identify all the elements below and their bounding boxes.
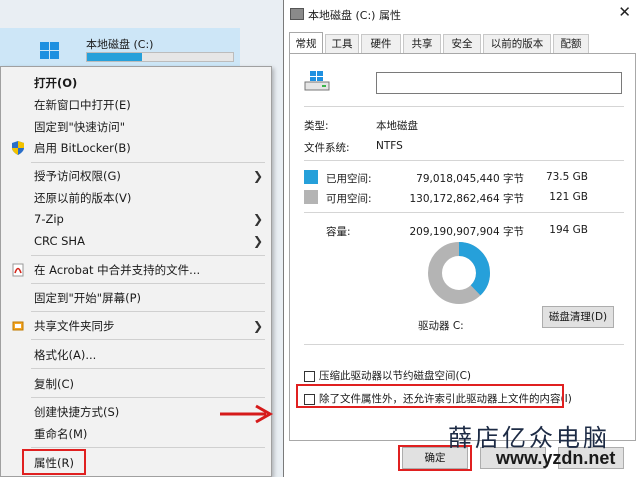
menu-item-label: 7-Zip [34,212,64,226]
properties-dialog: 本地磁盘 (C:) 属性 ✕ 常规 工具 硬件 共享 安全 以前的版本 配额 类… [283,0,640,477]
used-space-size: 73.5 GB [545,171,588,183]
tab-hardware[interactable]: 硬件 [361,34,401,54]
menu-item-label: 重命名(M) [34,427,88,441]
menu-item-label: 复制(C) [34,377,75,391]
tab-tools[interactable]: 工具 [325,34,359,54]
dialog-titlebar[interactable]: 本地磁盘 (C:) 属性 ✕ [284,0,640,28]
menu-separator [31,283,265,284]
dialog-title: 本地磁盘 (C:) 属性 [308,9,401,22]
watermark-url: www.yzdn.net [496,448,616,468]
menu-item-label: 固定到"开始"屏幕(P) [34,291,141,305]
menu-item-label: 在新窗口中打开(E) [34,98,131,112]
menu-item-restore-versions[interactable]: 还原以前的版本(V) [1,188,271,208]
drive-usage-fill [87,53,143,61]
free-space-label: 可用空间: [326,193,372,205]
divider [304,212,624,213]
menu-item-label: 打开(O) [34,76,78,90]
menu-item-open-new-window[interactable]: 在新窗口中打开(E) [1,95,271,115]
menu-item-label: 还原以前的版本(V) [34,191,132,205]
usage-donut-chart [428,242,490,304]
capacity-bytes: 209,190,907,904 字节 [409,226,524,238]
acrobat-icon [12,263,24,277]
close-icon[interactable]: ✕ [618,3,631,21]
menu-item-grant-access[interactable]: 授予访问权限(G) ❯ [1,166,271,186]
menu-item-label: 共享文件夹同步 [34,319,115,333]
menu-item-label: 格式化(A)... [34,348,97,362]
free-space-size: 121 GB [549,191,588,203]
tab-security[interactable]: 安全 [443,34,481,54]
filesystem-label: 文件系统: [304,142,350,154]
compress-label: 压缩此驱动器以节约磁盘空间(C) [319,370,472,382]
menu-item-bitlocker[interactable]: 启用 BitLocker(B) [1,138,271,158]
divider [304,106,624,107]
free-space-swatch [304,190,318,204]
menu-separator [31,311,265,312]
menu-item-label: CRC SHA [34,234,85,248]
menu-item-7zip[interactable]: 7-Zip ❯ [1,209,271,229]
tab-bar: 常规 工具 硬件 共享 安全 以前的版本 配额 [289,32,639,54]
windows-drive-icon [40,42,60,60]
tab-general[interactable]: 常规 [289,32,323,54]
drive-usage-bar [86,52,234,62]
menu-item-label: 固定到"快速访问" [34,120,126,134]
divider [304,344,624,345]
tab-sharing[interactable]: 共享 [403,34,441,54]
general-panel: 类型: 本地磁盘 文件系统: NTFS 已用空间: 79,018,045,440… [289,53,636,441]
menu-separator [31,447,265,448]
chevron-right-icon: ❯ [252,212,263,226]
used-space-bytes: 79,018,045,440 字节 [416,173,524,185]
menu-separator [31,339,265,340]
menu-separator [31,255,265,256]
menu-item-copy[interactable]: 复制(C) [1,374,271,394]
capacity-size: 194 GB [549,224,588,236]
menu-separator [31,368,265,369]
chevron-right-icon: ❯ [252,319,263,333]
menu-item-shared-sync[interactable]: 共享文件夹同步 ❯ [1,316,271,336]
disk-cleanup-button[interactable]: 磁盘清理(D) [542,306,614,328]
drive-name-input[interactable] [376,72,622,94]
divider [304,160,624,161]
menu-item-label: 创建快捷方式(S) [34,405,120,419]
sync-icon [12,321,24,331]
menu-item-label: 在 Acrobat 中合并支持的文件... [34,263,201,277]
chevron-right-icon: ❯ [252,169,263,183]
menu-item-pin-start[interactable]: 固定到"开始"屏幕(P) [1,288,271,308]
menu-separator [31,397,265,398]
type-label: 类型: [304,120,329,132]
tab-previous-versions[interactable]: 以前的版本 [483,34,551,54]
properties-highlight [22,449,86,475]
compress-checkbox-row[interactable]: 压缩此驱动器以节约磁盘空间(C) [304,368,471,383]
drive-icon [290,8,304,20]
windows-drive-icon [304,71,330,91]
compress-checkbox[interactable] [304,370,315,382]
tab-quota[interactable]: 配额 [553,34,589,54]
menu-item-format[interactable]: 格式化(A)... [1,345,271,365]
type-value: 本地磁盘 [376,120,418,132]
used-space-label: 已用空间: [326,173,372,185]
menu-item-label: 启用 BitLocker(B) [34,141,131,155]
free-space-bytes: 130,172,862,464 字节 [409,193,524,205]
menu-item-crc-sha[interactable]: CRC SHA ❯ [1,231,271,251]
drive-caption: 驱动器 C: [418,320,464,332]
capacity-label: 容量: [326,226,351,238]
used-space-swatch [304,170,318,184]
index-option-highlight [296,384,564,408]
menu-separator [31,162,265,163]
chevron-right-icon: ❯ [252,234,263,248]
menu-item-label: 授予访问权限(G) [34,169,121,183]
menu-item-acrobat-combine[interactable]: 在 Acrobat 中合并支持的文件... [1,260,271,280]
menu-item-open[interactable]: 打开(O) [1,73,271,93]
menu-item-rename[interactable]: 重命名(M) [1,424,271,444]
arrow-right-icon [220,404,274,424]
shield-icon [12,141,24,155]
drive-label: 本地磁盘 (C:) [86,38,154,51]
filesystem-value: NTFS [376,140,403,152]
menu-item-pin-quick-access[interactable]: 固定到"快速访问" [1,117,271,137]
